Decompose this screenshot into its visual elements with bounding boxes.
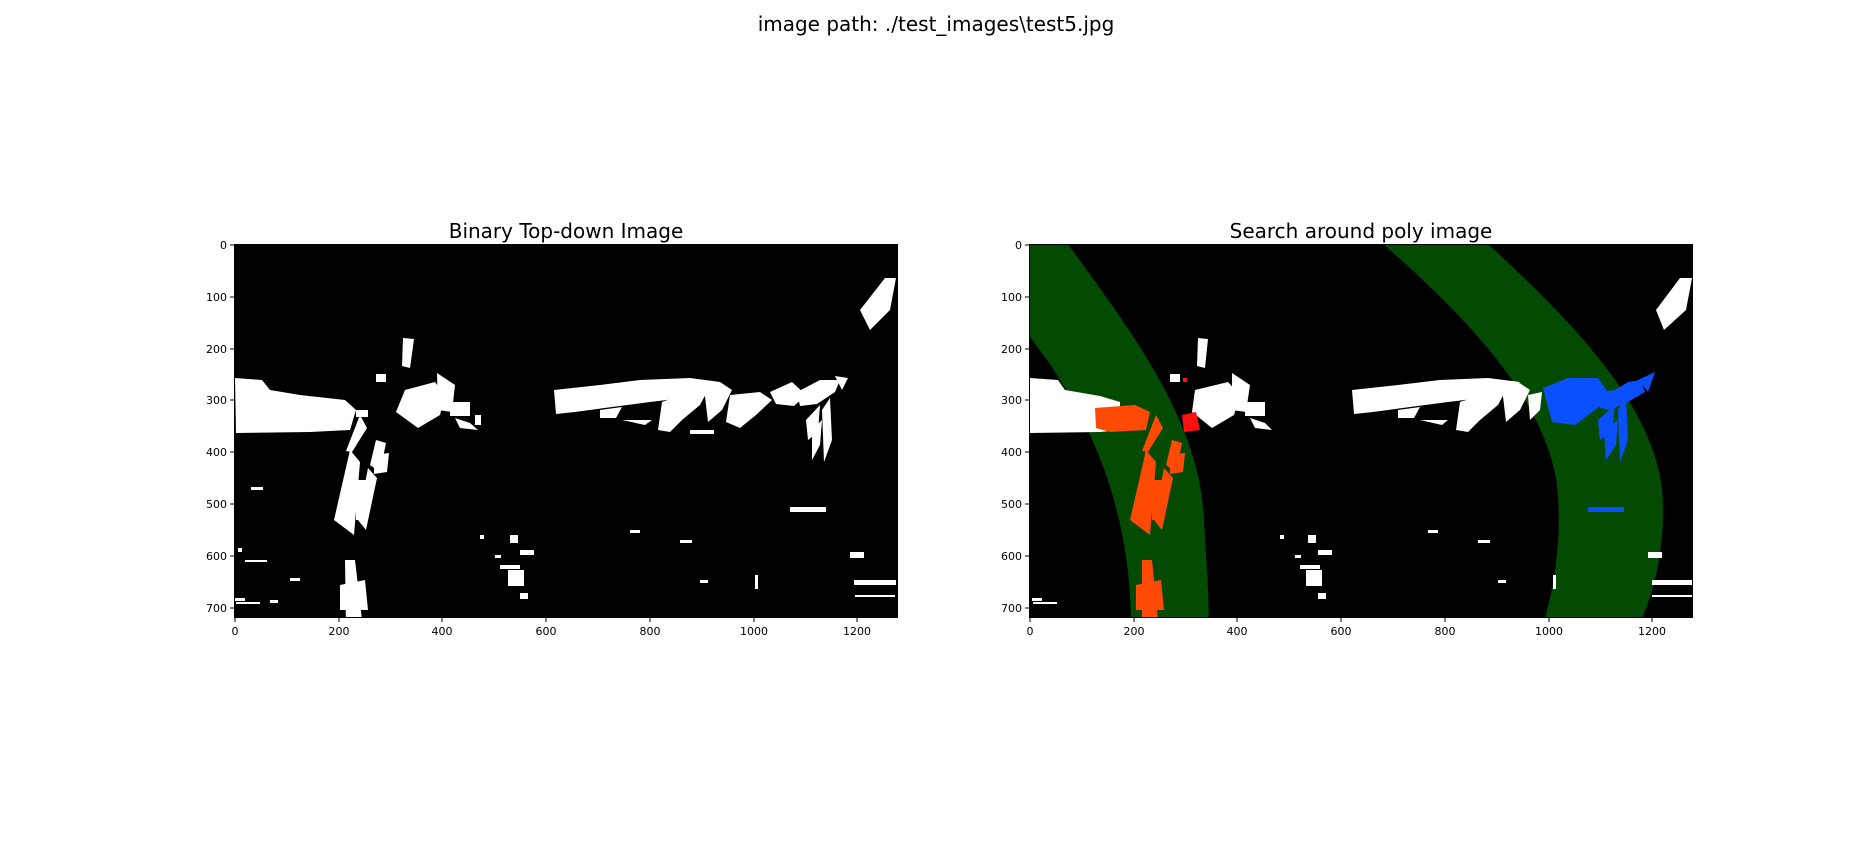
right-x-tick-label: 1000 (1535, 625, 1563, 638)
right-y-tick-label: 100 (1001, 291, 1022, 304)
right-y-tick-label: 200 (1001, 343, 1022, 356)
left-x-tick-label: 1000 (740, 625, 768, 638)
left-y-tick-label: 300 (206, 394, 227, 407)
left-panel-image (234, 244, 898, 844)
left-x-axis (234, 618, 858, 622)
left-y-axis (230, 244, 234, 609)
left-x-tick-label: 400 (432, 625, 453, 638)
left-y-tick-label: 500 (206, 498, 227, 511)
left-y-tick-label: 0 (220, 239, 227, 252)
left-y-tick-label: 700 (206, 602, 227, 615)
right-y-tick-label: 700 (1001, 602, 1022, 615)
right-y-tick-label: 600 (1001, 550, 1022, 563)
right-y-tick-label: 400 (1001, 446, 1022, 459)
right-panel-image (1029, 244, 1693, 618)
right-x-tick-label: 800 (1435, 625, 1456, 638)
right-x-tick-label: 600 (1331, 625, 1352, 638)
left-y-tick-label: 400 (206, 446, 227, 459)
right-y-tick-label: 500 (1001, 498, 1022, 511)
figure-canvas: 0 200 400 600 800 1000 1200 0 100 200 30… (206, 239, 1693, 844)
left-y-tick-label: 100 (206, 291, 227, 304)
left-y-tick-label: 200 (206, 343, 227, 356)
left-x-tick-label: 0 (232, 625, 239, 638)
right-x-tick-label: 1200 (1638, 625, 1666, 638)
right-x-axis (1029, 618, 1653, 622)
left-x-tick-label: 800 (640, 625, 661, 638)
right-x-tick-label: 0 (1027, 625, 1034, 638)
left-x-tick-label: 1200 (843, 625, 871, 638)
left-y-tick-label: 600 (206, 550, 227, 563)
left-x-tick-label: 200 (329, 625, 350, 638)
right-y-axis (1025, 244, 1029, 609)
left-x-tick-label: 600 (536, 625, 557, 638)
right-y-tick-label: 0 (1015, 239, 1022, 252)
right-x-tick-label: 400 (1227, 625, 1248, 638)
right-y-tick-label: 300 (1001, 394, 1022, 407)
right-x-tick-label: 200 (1124, 625, 1145, 638)
